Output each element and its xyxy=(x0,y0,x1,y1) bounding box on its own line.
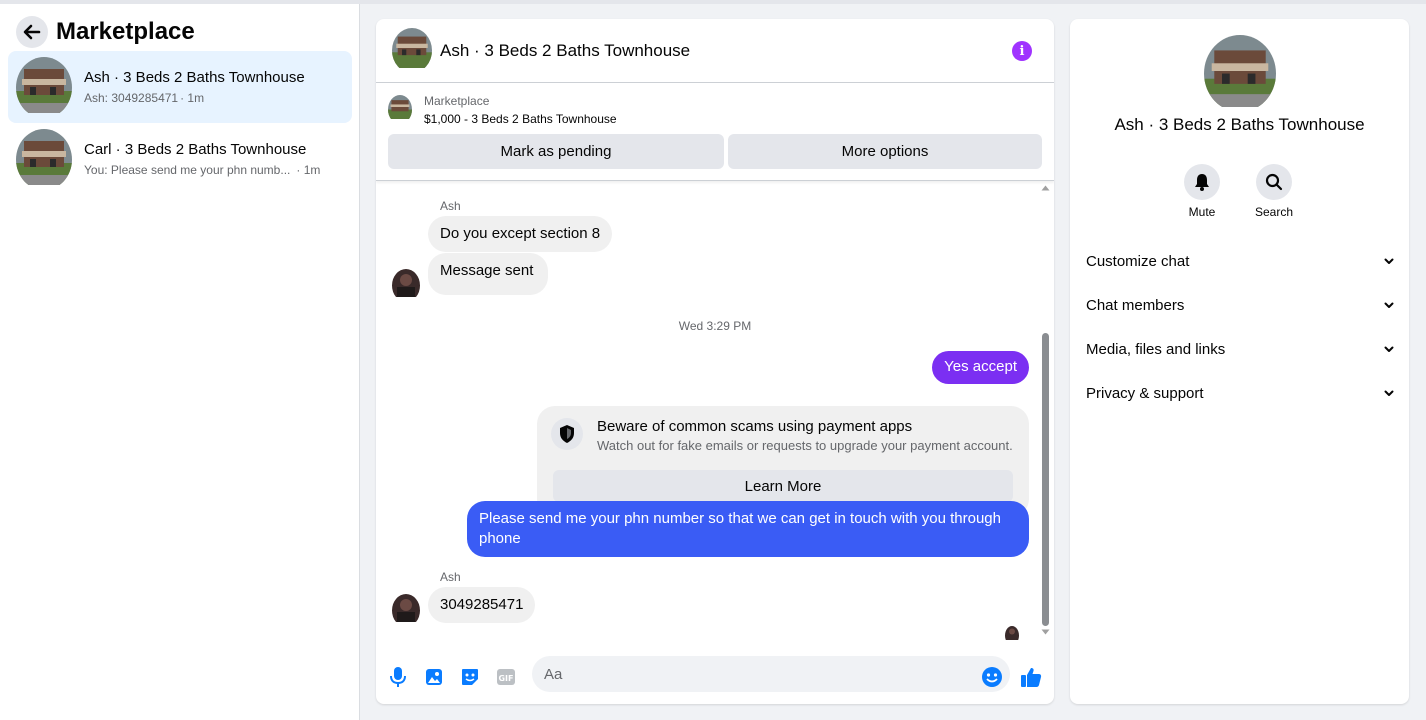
section-label: Chat members xyxy=(1086,296,1185,314)
conversation-time: · 1m xyxy=(180,91,205,105)
scrollbar-thumb[interactable] xyxy=(1042,333,1049,626)
message-input[interactable] xyxy=(532,656,1010,692)
thumbs-up-icon[interactable] xyxy=(1019,665,1043,689)
chevron-down-icon xyxy=(1384,258,1394,264)
incoming-message[interactable]: 3049285471 xyxy=(428,587,536,623)
bell-icon[interactable] xyxy=(1184,164,1220,200)
conversation-preview: You: Please send me your phn numb... xyxy=(84,163,291,177)
read-receipt-avatar xyxy=(1005,626,1019,645)
section-label: Media, files and links xyxy=(1086,340,1226,358)
listing-label: Marketplace xyxy=(424,94,490,108)
scam-warning-text: Watch out for fake emails or requests to… xyxy=(597,438,1013,453)
section-label: Customize chat xyxy=(1086,252,1190,270)
gif-icon[interactable]: GIF xyxy=(494,665,518,689)
scam-warning-title: Beware of common scams using payment app… xyxy=(597,418,913,435)
message-timestamp: Wed 3:29 PM xyxy=(678,319,752,333)
sender-avatar[interactable] xyxy=(392,594,420,627)
outgoing-message[interactable]: Yes accept xyxy=(932,351,1029,384)
info-name: Ash · 3 Beds 2 Baths Townhouse xyxy=(1114,115,1365,134)
section-media-files-links[interactable]: Media, files and links xyxy=(1086,329,1395,369)
message-line: phone xyxy=(479,530,521,547)
mute-label: Mute xyxy=(1188,205,1216,219)
conversation-name: Ash · 3 Beds 2 Baths Townhouse xyxy=(84,69,305,86)
chevron-down-icon xyxy=(1384,346,1394,352)
search-label: Search xyxy=(1254,205,1294,219)
incoming-message[interactable]: Message sent xyxy=(428,253,549,295)
listing-thumbnail[interactable] xyxy=(388,95,412,124)
photo-icon[interactable] xyxy=(422,665,446,689)
info-avatar[interactable] xyxy=(1204,35,1276,112)
shield-icon xyxy=(551,418,583,450)
conversation-time: · 1m xyxy=(296,163,321,177)
more-options-button[interactable]: More options xyxy=(728,134,1042,169)
conversation-preview-row: Ash: 3049285471 · 1m xyxy=(84,91,344,105)
listing-avatar xyxy=(16,128,72,190)
conversation-name: Carl · 3 Beds 2 Baths Townhouse xyxy=(84,141,307,158)
scroll-up-arrow[interactable] xyxy=(1041,185,1050,191)
message-composer: GIF xyxy=(376,653,1054,704)
conversation-preview: Ash: 3049285471 xyxy=(84,91,179,105)
listing-banner: Marketplace $1,000 - 3 Beds 2 Baths Town… xyxy=(376,83,1054,181)
mark-as-pending-button[interactable]: Mark as pending xyxy=(388,134,724,169)
scroll-down-arrow[interactable] xyxy=(1041,629,1050,635)
section-privacy-support[interactable]: Privacy & support xyxy=(1086,373,1395,413)
listing-price-title[interactable]: $1,000 - 3 Beds 2 Baths Townhouse xyxy=(424,112,617,126)
message-sender: Ash xyxy=(440,199,461,213)
conversation-preview-row: You: Please send me your phn numb... · 1… xyxy=(84,163,344,177)
conversation-item-carl[interactable]: Carl · 3 Beds 2 Baths Townhouse You: Ple… xyxy=(8,123,352,195)
chevron-down-icon xyxy=(1384,302,1394,308)
conversation-info-panel: Ash · 3 Beds 2 Baths Townhouse Mute Sear… xyxy=(1070,19,1409,704)
arrow-left-icon xyxy=(23,24,41,40)
info-icon[interactable]: i xyxy=(1012,41,1032,61)
emoji-icon[interactable] xyxy=(980,665,1004,689)
chevron-down-icon xyxy=(1384,390,1394,396)
mute-action[interactable]: Mute xyxy=(1172,164,1232,219)
chat-header: Ash · 3 Beds 2 Baths Townhouse i xyxy=(376,19,1054,83)
back-button[interactable] xyxy=(16,16,48,48)
incoming-message[interactable]: Do you except section 8 xyxy=(428,216,613,252)
section-label: Privacy & support xyxy=(1086,384,1204,402)
sender-avatar[interactable] xyxy=(392,269,420,302)
section-chat-members[interactable]: Chat members xyxy=(1086,285,1395,325)
microphone-icon[interactable] xyxy=(386,665,410,689)
message-line: Please send me your phn number so that w… xyxy=(479,510,1001,527)
learn-more-button[interactable]: Learn More xyxy=(553,470,1013,502)
chat-panel: Ash · 3 Beds 2 Baths Townhouse i Marketp… xyxy=(376,19,1054,704)
listing-avatar xyxy=(16,56,72,118)
search-icon[interactable] xyxy=(1256,164,1292,200)
search-action[interactable]: Search xyxy=(1244,164,1304,219)
section-customize-chat[interactable]: Customize chat xyxy=(1086,241,1395,281)
chat-title[interactable]: Ash · 3 Beds 2 Baths Townhouse xyxy=(440,41,690,61)
conversation-sidebar: Marketplace Ash · 3 Beds 2 Baths Townhou… xyxy=(0,4,360,720)
chat-avatar[interactable] xyxy=(392,28,432,73)
message-sender: Ash xyxy=(440,570,461,584)
conversation-item-ash[interactable]: Ash · 3 Beds 2 Baths Townhouse Ash: 3049… xyxy=(8,51,352,123)
sidebar-header: Marketplace xyxy=(16,16,195,48)
outgoing-message[interactable]: Please send me your phn number so that w… xyxy=(467,501,1029,557)
sticker-icon[interactable] xyxy=(458,665,482,689)
gif-icon-label: GIF xyxy=(498,674,513,683)
sidebar-title: Marketplace xyxy=(56,18,195,45)
